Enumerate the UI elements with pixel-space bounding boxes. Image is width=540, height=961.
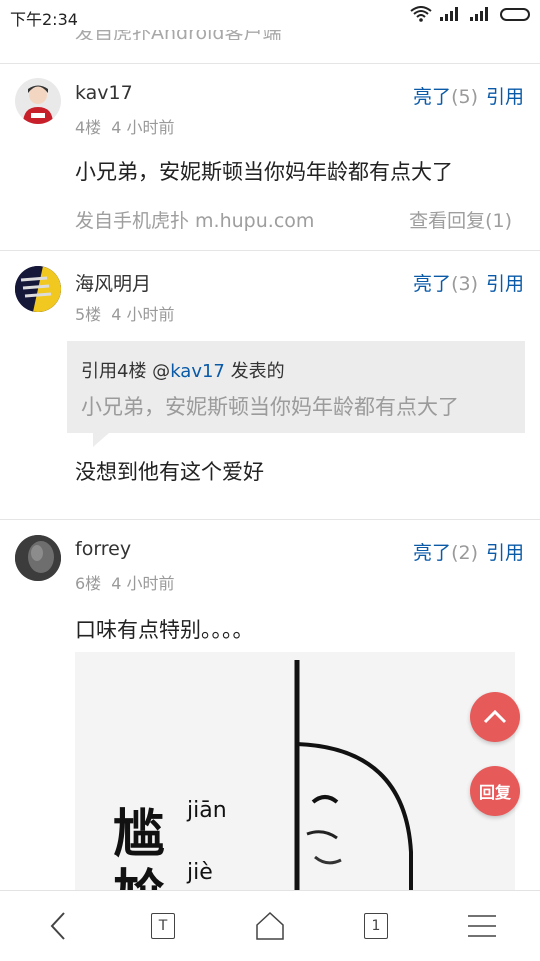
quoted-post: 引用4楼 @kav17 发表的 小兄弟，安妮斯顿当你妈年龄都有点大了 [67, 341, 525, 447]
post-time: 4 小时前 [111, 118, 175, 137]
user-avatar-icon [23, 85, 53, 124]
signal-icon-2 [470, 7, 492, 21]
scroll-top-button[interactable] [470, 692, 520, 742]
author-name[interactable]: 海风明月 [75, 269, 151, 296]
view-replies-link[interactable]: 查看回复(1) [409, 206, 512, 233]
quote-button[interactable]: 引用 [486, 273, 524, 295]
chevron-up-icon [483, 709, 507, 724]
home-icon [256, 911, 284, 940]
divider [0, 63, 540, 64]
quote-suffix: 发表的 [224, 361, 285, 382]
post-time: 4 小时前 [111, 574, 175, 593]
meme-pinyin-1: jiān [187, 798, 227, 823]
light-count: (2) [451, 542, 478, 564]
status-bar: 下午2:34 [0, 0, 540, 30]
light-label: 亮了 [413, 542, 452, 564]
avatar[interactable] [15, 535, 61, 581]
bottom-navigation: T 1 [0, 890, 540, 961]
light-button[interactable]: 亮了(5) [413, 86, 478, 108]
quote-prefix: 引用4楼 @ [81, 361, 171, 382]
avatar[interactable] [15, 78, 61, 124]
quoted-user-link[interactable]: kav17 [170, 361, 225, 382]
signal-icon [440, 7, 462, 21]
text-icon: T [151, 913, 175, 939]
post-actions: 亮了(5) 引用 [413, 82, 524, 109]
light-label: 亮了 [413, 86, 452, 108]
text-mode-button[interactable]: T [143, 911, 183, 941]
wifi-icon [410, 6, 432, 22]
meme-image[interactable]: 尴 jiān 尬 jiè [75, 652, 515, 890]
floor-number: 4楼 [75, 118, 102, 137]
battery-icon [500, 7, 530, 21]
post-meta: 6楼 4 小时前 [75, 570, 174, 594]
light-button[interactable]: 亮了(3) [413, 273, 478, 295]
light-button[interactable]: 亮了(2) [413, 542, 478, 564]
post-actions: 亮了(2) 引用 [413, 538, 524, 565]
menu-button[interactable] [462, 911, 502, 941]
status-time: 下午2:34 [10, 10, 78, 29]
home-button[interactable] [250, 911, 290, 941]
post-actions: 亮了(3) 引用 [413, 269, 524, 296]
quote-button[interactable]: 引用 [486, 86, 524, 108]
tabs-icon: 1 [364, 913, 388, 939]
quoted-text: 小兄弟，安妮斯顿当你妈年龄都有点大了 [81, 395, 459, 419]
divider [0, 519, 540, 520]
author-name[interactable]: forrey [75, 538, 131, 560]
post-meta: 4楼 4 小时前 [75, 114, 174, 138]
light-count: (3) [451, 273, 478, 295]
tabs-button[interactable]: 1 [356, 911, 396, 941]
post-time: 4 小时前 [111, 305, 175, 324]
avatar[interactable] [15, 266, 61, 312]
post-content: 小兄弟，安妮斯顿当你妈年龄都有点大了 [75, 160, 453, 184]
author-name[interactable]: kav17 [75, 82, 133, 104]
post-content: 没想到他有这个爱好 [75, 460, 264, 484]
floor-number: 6楼 [75, 574, 102, 593]
user-avatar-icon [15, 266, 61, 312]
post-content: 口味有点特别。。。。 [75, 618, 254, 642]
chevron-left-icon [50, 912, 65, 940]
meme-pinyin-2: jiè [187, 860, 213, 885]
reply-button[interactable]: 回复 [470, 766, 520, 816]
user-avatar-icon [15, 535, 61, 581]
meme-char-2: 尬 [113, 852, 165, 890]
post-source[interactable]: 发自手机虎扑 m.hupu.com [75, 206, 314, 233]
floor-number: 5楼 [75, 305, 102, 324]
hamburger-menu-icon [468, 915, 496, 937]
reply-label: 回复 [478, 783, 511, 802]
quote-button[interactable]: 引用 [486, 542, 524, 564]
post-meta: 5楼 4 小时前 [75, 301, 174, 325]
quote-header: 引用4楼 @kav17 发表的 [81, 357, 285, 383]
light-label: 亮了 [413, 273, 452, 295]
back-button[interactable] [38, 911, 78, 941]
light-count: (5) [451, 86, 478, 108]
divider [0, 250, 540, 251]
